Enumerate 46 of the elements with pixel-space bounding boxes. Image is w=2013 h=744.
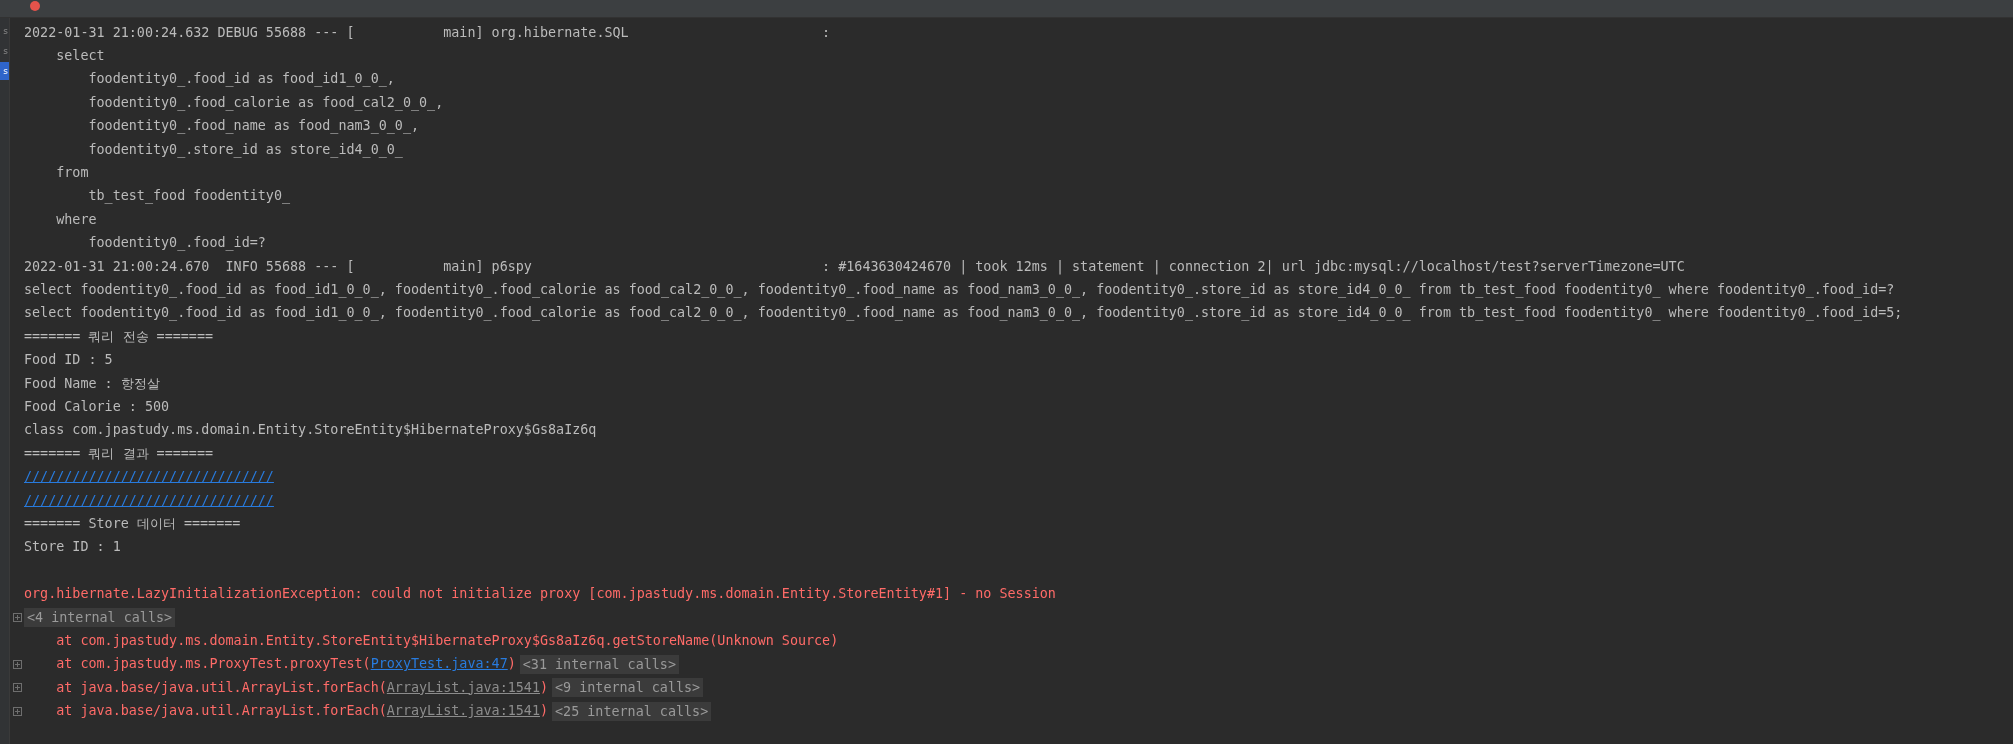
console-line: 2022-01-31 21:00:24.632 DEBUG 55688 --- [ main] org.hibernate.SQL : xyxy=(24,23,831,42)
expand-icon[interactable] xyxy=(12,683,22,693)
folded-calls[interactable]: <9 internal calls> xyxy=(552,678,704,698)
folded-calls[interactable]: <25 internal calls> xyxy=(552,701,712,721)
source-link[interactable]: ProxyTest.java:47 xyxy=(370,655,508,674)
stack-frame-text: ) xyxy=(507,655,516,674)
console-line: Food Name : 항정살 xyxy=(24,374,160,393)
expand-icon[interactable] xyxy=(12,612,22,622)
console-line: /////////////////////////////// xyxy=(24,491,274,510)
console-line: Store ID : 1 xyxy=(24,538,121,557)
console-line: ======= 쿼리 결과 ======= xyxy=(24,444,214,463)
error-line: at com.jpastudy.ms.domain.Entity.StoreEntity$HibernateProxy$Gs8aIz6q.getStoreName(Unknown Source) xyxy=(55,631,839,650)
side-tab[interactable]: s xyxy=(0,42,9,60)
console-line: from xyxy=(55,164,89,183)
folded-calls[interactable]: <31 internal calls> xyxy=(519,654,679,674)
console-line: ======= Store 데이터 ======= xyxy=(24,514,241,533)
side-tab[interactable]: s xyxy=(0,62,9,80)
expand-icon[interactable] xyxy=(12,659,22,669)
console-line: select foodentity0_.food_id as food_id1_0_0_, foodentity0_.food_calorie as food_cal2_0_0_, foodentity0_.food_name as food_nam3_0_0_, foodentity0_.store_id as store_id4_0_0_ from tb_test_food foodentity0_ where foodentity0_.food_id=5; xyxy=(24,304,1903,323)
console-line: class com.jpastudy.ms.domain.Entity.StoreEntity$HibernateProxy$Gs8aIz6q xyxy=(24,421,597,440)
expand-icon[interactable] xyxy=(12,706,22,716)
stack-frame-text: at com.jpastudy.ms.ProxyTest.proxyTest( xyxy=(55,655,371,674)
source-link[interactable]: ArrayList.java:1541 xyxy=(386,702,540,720)
console-line: tb_test_food foodentity0_ xyxy=(87,187,291,206)
console-line: foodentity0_.food_name as food_nam3_0_0_, xyxy=(87,117,420,136)
console-line: foodentity0_.food_calorie as food_cal2_0_0_, xyxy=(87,93,444,112)
stack-frame-text: ) xyxy=(540,702,549,720)
console-line: foodentity0_.food_id=? xyxy=(87,234,266,253)
stack-frame-text: ) xyxy=(540,678,549,697)
console-line: Food Calorie : 500 xyxy=(24,397,170,416)
error-icon xyxy=(30,1,40,11)
console-line: foodentity0_.store_id as store_id4_0_0_ xyxy=(87,140,403,159)
source-link[interactable]: ArrayList.java:1541 xyxy=(386,678,540,697)
console-line: 2022-01-31 21:00:24.670 INFO 55688 --- [ main] p6spy : #1643630424670 | took 12ms | statement | connection 2| url jdbc:mysql://localhost/test?serverTimezone=UTC xyxy=(24,257,1685,276)
stack-frame-text: at java.base/java.util.ArrayList.forEach( xyxy=(55,678,387,697)
console-line: Food ID : 5 xyxy=(24,351,113,370)
console-line: select xyxy=(55,47,105,66)
stack-frame-text: at java.base/java.util.ArrayList.forEach( xyxy=(55,702,387,720)
console-line: foodentity0_.food_id as food_id1_0_0_, xyxy=(87,70,395,89)
error-line: org.hibernate.LazyInitializationException: could not initialize proxy [com.jpastudy.ms.domain.Entity.StoreEntity#1] - no Session xyxy=(24,585,1056,604)
console-line: where xyxy=(55,210,97,229)
folded-calls[interactable]: <4 internal calls> xyxy=(24,607,176,627)
console-line: ======= 쿼리 전송 ======= xyxy=(24,327,214,346)
console-line: /////////////////////////////// xyxy=(24,468,274,487)
console-line: select foodentity0_.food_id as food_id1_0_0_, foodentity0_.food_calorie as food_cal2_0_0_, foodentity0_.food_name as food_nam3_0_0_, foodentity0_.store_id as store_id4_0_0_ from tb_test_food foodentity0_ where foodentity0_.food_id=? xyxy=(24,281,1895,299)
side-tab[interactable]: s xyxy=(0,22,9,40)
